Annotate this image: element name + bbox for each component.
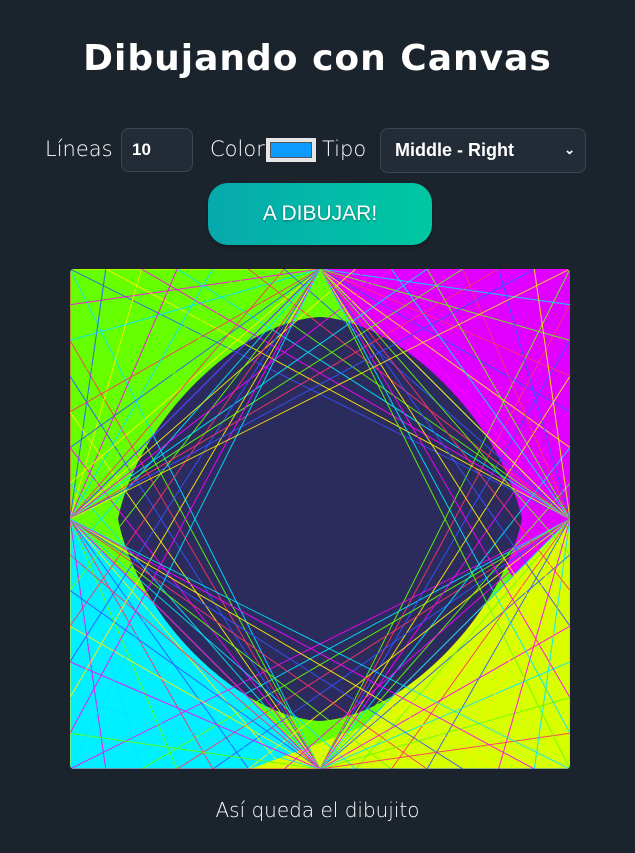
type-label: Tipo [322, 137, 367, 161]
color-label: Color [210, 137, 265, 161]
controls-bar: Líneas Color Tipo Middle - Right ⌄ [0, 128, 635, 174]
lines-label: Líneas [45, 137, 113, 161]
caption: Así queda el dibujito [215, 798, 420, 822]
chevron-down-icon: ⌄ [564, 142, 575, 157]
type-select-value: Middle - Right [395, 140, 514, 160]
color-swatch-fill [270, 142, 312, 158]
string-art [70, 269, 570, 769]
type-select[interactable]: Middle - Right ⌄ [380, 128, 586, 173]
drawing-canvas[interactable] [70, 269, 570, 769]
lines-input[interactable] [121, 128, 193, 172]
color-picker[interactable] [266, 138, 316, 162]
draw-button[interactable]: A DIBUJAR! [208, 183, 432, 245]
page-title: Dibujando con Canvas [83, 38, 552, 79]
